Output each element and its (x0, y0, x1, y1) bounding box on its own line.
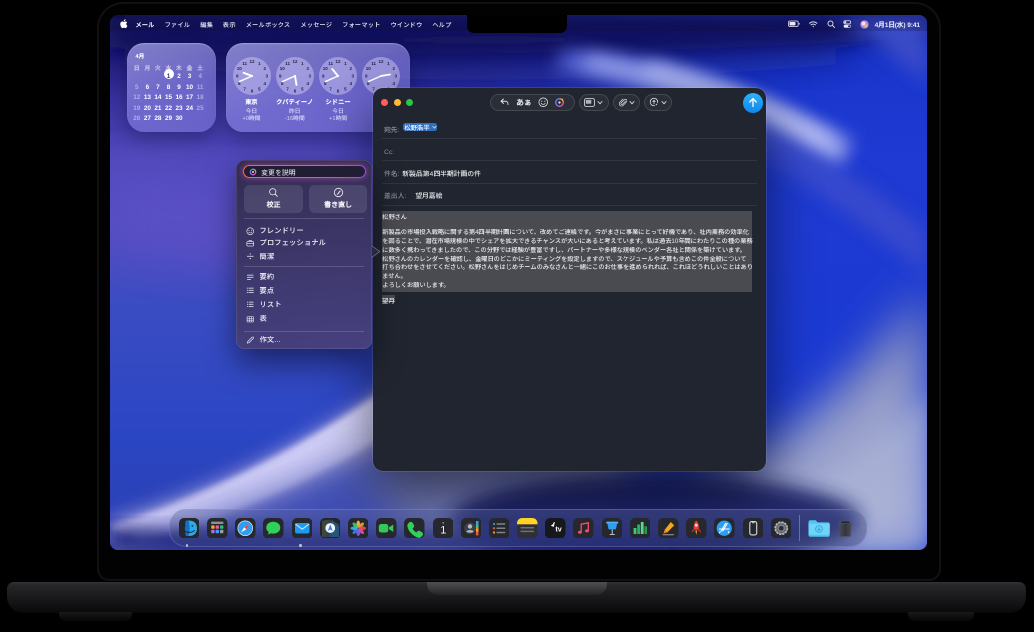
svg-text:10: 10 (323, 66, 329, 72)
svg-text:11: 11 (285, 61, 290, 67)
svg-text:11: 11 (372, 61, 377, 67)
svg-text:10: 10 (236, 66, 242, 72)
svg-text:12: 12 (249, 59, 255, 65)
svg-text:11: 11 (328, 61, 333, 67)
svg-text:tv: tv (556, 524, 562, 533)
svg-text:12: 12 (379, 59, 385, 65)
svg-text:12: 12 (336, 59, 342, 65)
svg-text:10: 10 (279, 66, 285, 72)
svg-text:11: 11 (242, 61, 247, 67)
svg-text:1: 1 (440, 524, 446, 536)
svg-text:12: 12 (292, 59, 298, 65)
svg-text:10: 10 (366, 66, 372, 72)
